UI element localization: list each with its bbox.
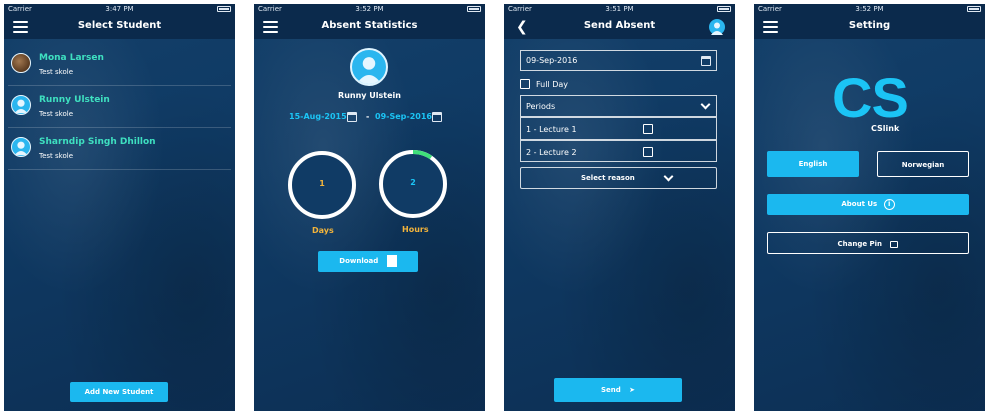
add-new-student-button[interactable]: Add New Student xyxy=(70,382,168,402)
send-absent-screen: Carrier 3:51 PM ❮ Send Absent 09-Sep-201… xyxy=(504,4,735,411)
navbar: ❮ Send Absent xyxy=(504,15,735,39)
about-us-button[interactable]: About Us i xyxy=(767,194,969,215)
student-row[interactable]: Runny Ulstein Test skole xyxy=(8,86,231,128)
student-row[interactable]: Mona Larsen Test skole xyxy=(8,44,231,86)
navbar: Select Student xyxy=(4,15,235,39)
lecture-checkbox[interactable] xyxy=(643,147,653,157)
select-student-screen: Carrier 3:47 PM Select Student Mona Lars… xyxy=(4,4,235,411)
lecture-label: 2 - Lecture 2 xyxy=(526,148,577,157)
change-pin-button[interactable]: Change Pin xyxy=(767,232,969,254)
battery-icon xyxy=(217,6,231,12)
status-bar: Carrier 3:51 PM xyxy=(504,4,735,15)
norwegian-button[interactable]: Norwegian xyxy=(877,151,969,177)
reason-select[interactable]: Select reason xyxy=(520,167,717,189)
chevron-down-icon xyxy=(663,171,674,182)
lecture-label: 1 - Lecture 1 xyxy=(526,125,577,134)
student-avatar-icon xyxy=(350,48,388,86)
change-pin-label: Change Pin xyxy=(837,240,883,248)
battery-icon xyxy=(717,6,731,12)
status-time: 3:51 PM xyxy=(605,5,634,13)
student-school: Test skole xyxy=(39,110,73,118)
info-icon: i xyxy=(883,198,895,210)
pdf-file-icon xyxy=(386,255,397,267)
periods-label: Periods xyxy=(526,102,556,111)
student-name: Runny Ulstein xyxy=(39,95,110,105)
date-from[interactable]: 15-Aug-2015 xyxy=(289,112,347,121)
page-title: Setting xyxy=(848,20,891,31)
days-value: 1 xyxy=(319,179,325,188)
calendar-icon[interactable] xyxy=(701,56,711,66)
lecture-row[interactable]: 2 - Lecture 2 xyxy=(520,140,717,162)
date-separator: - xyxy=(366,112,370,121)
hours-value: 2 xyxy=(410,178,416,187)
setting-screen: Carrier 3:52 PM Setting CS CSlink Englis… xyxy=(754,4,985,411)
cslink-logo-subtitle: CSlink xyxy=(871,124,900,133)
student-avatar xyxy=(11,53,31,73)
status-bar: Carrier 3:47 PM xyxy=(4,4,235,15)
page-title: Send Absent xyxy=(583,20,656,31)
reason-placeholder: Select reason xyxy=(581,174,635,182)
lecture-checkbox[interactable] xyxy=(643,124,653,134)
navbar: Setting xyxy=(754,15,985,39)
page-title: Select Student xyxy=(77,20,162,31)
student-avatar-icon xyxy=(11,137,31,157)
student-avatar-icon xyxy=(11,95,31,115)
navbar: Absent Statistics xyxy=(254,15,485,39)
cslink-logo: CS xyxy=(832,66,909,129)
days-label: Days xyxy=(312,226,334,235)
student-name: Sharndip Singh Dhillon xyxy=(39,137,156,147)
calendar-icon[interactable] xyxy=(432,112,442,122)
page-title: Absent Statistics xyxy=(321,20,418,31)
calendar-icon[interactable] xyxy=(347,112,357,122)
hours-label: Hours xyxy=(402,225,429,234)
full-day-label: Full Day xyxy=(536,80,569,89)
chevron-down-icon xyxy=(700,99,711,110)
date-to[interactable]: 09-Sep-2016 xyxy=(375,112,432,121)
download-label: Download xyxy=(339,257,379,265)
lock-icon xyxy=(890,240,899,248)
status-bar: Carrier 3:52 PM xyxy=(754,4,985,15)
send-arrow-icon: ➤ xyxy=(629,386,636,394)
full-day-checkbox[interactable] xyxy=(520,79,530,89)
student-school: Test skole xyxy=(39,152,73,160)
student-name: Runny Ulstein xyxy=(338,91,401,100)
periods-dropdown[interactable]: Periods xyxy=(520,95,717,117)
user-avatar-icon[interactable] xyxy=(709,19,725,35)
about-us-label: About Us xyxy=(841,200,878,208)
status-time: 3:47 PM xyxy=(105,5,134,13)
status-time: 3:52 PM xyxy=(355,5,384,13)
absent-statistics-screen: Carrier 3:52 PM Absent Statistics Runny … xyxy=(254,4,485,411)
date-field[interactable]: 09-Sep-2016 xyxy=(520,50,717,71)
status-time: 3:52 PM xyxy=(855,5,884,13)
send-button[interactable]: Send ➤ xyxy=(554,378,682,402)
days-ring: 1 xyxy=(288,151,356,219)
student-school: Test skole xyxy=(39,68,73,76)
hours-ring: 2 xyxy=(379,150,447,218)
date-value: 09-Sep-2016 xyxy=(526,56,578,65)
send-label: Send xyxy=(600,386,621,394)
battery-icon xyxy=(967,6,981,12)
english-button[interactable]: English xyxy=(767,151,859,177)
download-button[interactable]: Download xyxy=(318,251,418,272)
status-bar: Carrier 3:52 PM xyxy=(254,4,485,15)
lecture-row[interactable]: 1 - Lecture 1 xyxy=(520,117,717,140)
student-name: Mona Larsen xyxy=(39,53,104,63)
battery-icon xyxy=(467,6,481,12)
student-row[interactable]: Sharndip Singh Dhillon Test skole xyxy=(8,128,231,170)
